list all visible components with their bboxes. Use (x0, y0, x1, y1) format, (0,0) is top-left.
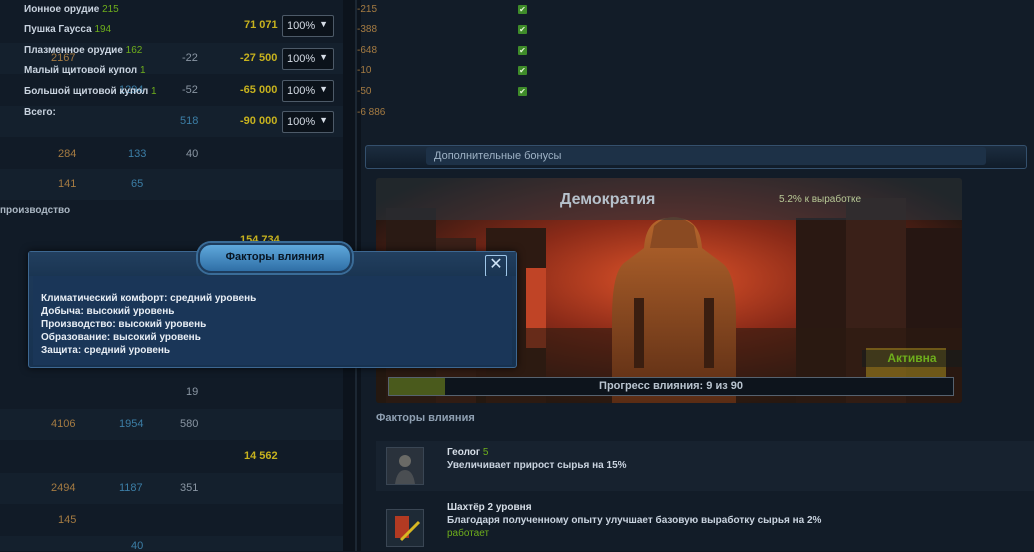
factor-status: работает (447, 528, 490, 539)
table-row: 141 65 (0, 169, 343, 200)
miner-icon (386, 509, 424, 547)
list-item: Всего: -6 886 (16, 103, 536, 123)
checkbox-icon[interactable]: ✔ (518, 87, 527, 96)
cell-value: 141 (58, 178, 77, 190)
list-item: Пушка Гаусса 194 -388 ✔ (16, 20, 536, 40)
list-item: Большой щитовой купол 1 -50 ✔ (16, 82, 536, 102)
influence-progress-bar: Прогресс влияния: 9 из 90 (388, 377, 954, 396)
geologist-icon (386, 447, 424, 485)
item-name: Пушка Гаусса (24, 24, 92, 35)
item-name: Плазменное орудие (24, 45, 123, 56)
government-bonus: 5.2% к выработке (779, 194, 862, 205)
list-item: Шахтёр 2 уровня Благодаря полученному оп… (376, 497, 1034, 551)
progress-text: Прогресс влияния: 9 из 90 (599, 380, 743, 392)
item-count: 215 (102, 4, 119, 15)
factor-line: Климатический комфорт: средний уровень (41, 293, 257, 304)
cell-value: 145 (58, 514, 77, 526)
table-row: 2494 1187 351 (0, 473, 343, 504)
item-value: -10 (357, 65, 372, 76)
list-item: Плазменное орудие 162 -648 ✔ (16, 41, 536, 61)
cell-value: 65 (131, 178, 144, 190)
table-row: 40 (0, 536, 343, 552)
checkbox-icon[interactable]: ✔ (518, 25, 527, 34)
popup-body: Климатический комфорт: средний уровень Д… (33, 276, 512, 365)
factor-title: Геолог (447, 447, 481, 458)
cell-value: 19 (186, 386, 199, 398)
section-label: производство (0, 205, 71, 216)
government-name: Демократия (560, 191, 656, 208)
government-title-bar (376, 178, 962, 220)
cell-value: 133 (128, 148, 147, 160)
factor-line: Производство: высокий уровень (41, 319, 207, 330)
cell-value: 2494 (51, 482, 76, 494)
factor-count: 5 (482, 447, 489, 458)
item-value: -648 (357, 45, 378, 56)
row-total: 14 562 (244, 450, 278, 462)
checkbox-icon[interactable]: ✔ (518, 66, 527, 75)
checkbox-icon[interactable]: ✔ (518, 5, 527, 14)
item-value: -388 (357, 24, 378, 35)
total-label: Всего: (24, 107, 56, 118)
bonuses-header: Дополнительные бонусы (365, 145, 1027, 169)
factor-title: Шахтёр 2 уровня (447, 502, 532, 513)
item-count: 194 (94, 24, 112, 35)
cell-value: 40 (131, 540, 144, 552)
cell-value: 40 (186, 148, 199, 160)
table-row: 14 562 (0, 441, 343, 472)
factor-line: Защита: средний уровень (41, 345, 171, 356)
list-item: Ионное орудие 215 -215 ✔ (16, 0, 536, 20)
factor-description: Благодаря полученному опыту улучшает баз… (447, 515, 822, 526)
popup-title: Факторы влияния (225, 251, 325, 263)
total-value: -6 886 (357, 107, 386, 118)
factor-description: Увеличивает прирост сырья на 15% (447, 460, 627, 471)
popup-title-tab: Факторы влияния (198, 243, 352, 273)
table-row: 19 (0, 377, 343, 408)
list-item: Малый щитовой купол 1 -10 ✔ (16, 61, 536, 81)
list-item: Геолог 5 Увеличивает прирост сырья на 15… (376, 441, 1034, 491)
close-button[interactable]: ✕ (485, 255, 507, 277)
item-value: -50 (357, 86, 372, 97)
government-status: Активна (862, 350, 962, 367)
item-value: -215 (357, 4, 378, 15)
table-row: 145 (0, 505, 343, 536)
table-row: 4106 1954 580 (0, 409, 343, 440)
item-name: Ионное орудие (24, 4, 100, 15)
cell-value: 1954 (119, 418, 144, 430)
item-name: Большой щитовой купол (24, 86, 149, 97)
cell-value: 4106 (51, 418, 76, 430)
cell-value: 351 (180, 482, 199, 494)
item-count: 1 (139, 65, 146, 76)
factor-line: Образование: высокий уровень (41, 332, 201, 343)
item-name: Малый щитовой купол (24, 65, 138, 76)
factor-line: Добыча: высокий уровень (41, 306, 175, 317)
cell-value: 1187 (119, 482, 143, 494)
table-row: 284 133 40 (0, 139, 343, 170)
bonuses-title: Дополнительные бонусы (434, 150, 562, 162)
influence-factors-popup: Факторы влияния ✕ Климатический комфорт:… (28, 243, 517, 368)
item-count: 1 (151, 86, 157, 97)
factors-heading: Факторы влияния (376, 412, 475, 424)
cell-value: 284 (58, 148, 77, 160)
cell-value: 580 (180, 418, 199, 430)
item-count: 162 (125, 45, 143, 56)
checkbox-icon[interactable]: ✔ (518, 46, 527, 55)
